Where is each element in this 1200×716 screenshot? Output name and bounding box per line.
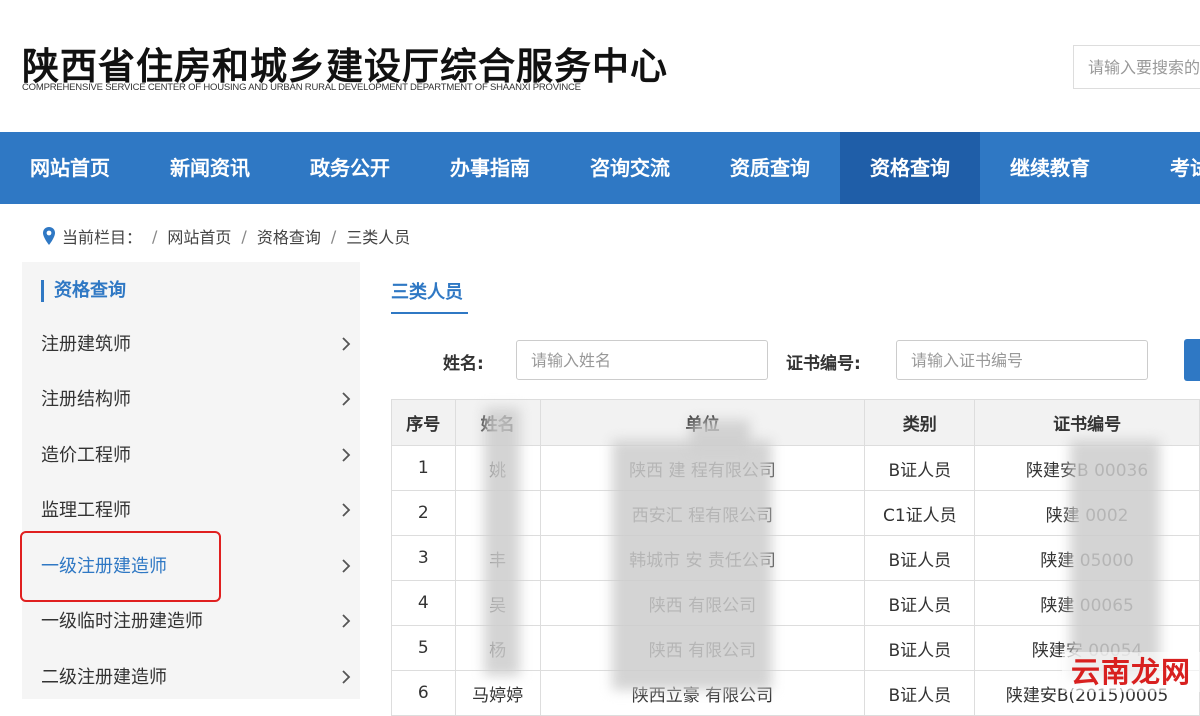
cell-index: 6 bbox=[391, 670, 456, 716]
breadcrumb-separator: / bbox=[330, 226, 337, 246]
tab-underline bbox=[391, 312, 468, 314]
name-label: 姓名: bbox=[443, 354, 484, 374]
chevron-right-icon bbox=[342, 559, 351, 573]
nav-item-continuing-education[interactable]: 继续教育 bbox=[980, 132, 1120, 204]
privacy-blur bbox=[1070, 440, 1160, 680]
breadcrumb-prefix: 当前栏目： bbox=[62, 228, 143, 247]
nav-item-consult[interactable]: 咨询交流 bbox=[560, 132, 700, 204]
cell-category: B证人员 bbox=[864, 625, 976, 671]
chevron-right-icon bbox=[342, 448, 351, 462]
nav-item-credential-query[interactable]: 资格查询 bbox=[840, 132, 980, 204]
sidebar-item-supervision-engineer[interactable]: 监理工程师 bbox=[22, 483, 360, 538]
sidebar-item-registered-architect[interactable]: 注册建筑师 bbox=[22, 317, 360, 372]
breadcrumb: 当前栏目： / 网站首页 / 资格查询 / 三类人员 bbox=[42, 223, 410, 249]
sidebar-item-cost-engineer[interactable]: 造价工程师 bbox=[22, 428, 360, 483]
breadcrumb-current: 三类人员 bbox=[346, 228, 411, 247]
privacy-blur bbox=[484, 408, 520, 676]
sidebar-item-label: 注册建筑师 bbox=[41, 334, 131, 355]
sidebar-item-first-class-temporary-constructor[interactable]: 一级临时注册建造师 bbox=[22, 594, 360, 649]
nav-item-government-affairs[interactable]: 政务公开 bbox=[280, 132, 420, 204]
header-index: 序号 bbox=[391, 399, 456, 446]
cell-index: 2 bbox=[391, 490, 456, 536]
cell-index: 5 bbox=[391, 625, 456, 671]
header-category: 类别 bbox=[864, 399, 976, 446]
sidebar-item-structural-engineer[interactable]: 注册结构师 bbox=[22, 372, 360, 427]
sidebar-title: 资格查询 bbox=[41, 280, 126, 302]
watermark-logo: 云南龙网 bbox=[1062, 652, 1200, 692]
nav-item-news[interactable]: 新闻资讯 bbox=[140, 132, 280, 204]
cell-index: 4 bbox=[391, 580, 456, 626]
breadcrumb-separator: / bbox=[152, 226, 158, 246]
privacy-blur bbox=[612, 440, 772, 690]
sidebar-item-label: 一级临时注册建造师 bbox=[41, 611, 203, 632]
sidebar-item-label: 注册结构师 bbox=[41, 389, 131, 410]
cell-category: C1证人员 bbox=[864, 490, 976, 536]
nav-item-exam[interactable]: 考试 bbox=[1120, 132, 1200, 204]
name-input[interactable] bbox=[516, 340, 768, 380]
breadcrumb-credential-query[interactable]: 资格查询 bbox=[257, 224, 321, 248]
search-box bbox=[1073, 45, 1200, 89]
cert-number-label: 证书编号: bbox=[786, 354, 861, 374]
site-subtitle: COMPREHENSIVE SERVICE CENTER OF HOUSING … bbox=[22, 82, 581, 93]
location-pin-icon bbox=[43, 227, 55, 245]
nav-item-guide[interactable]: 办事指南 bbox=[420, 132, 560, 204]
cell-index: 1 bbox=[391, 445, 456, 491]
cell-category: B证人员 bbox=[864, 535, 976, 581]
nav-item-home[interactable]: 网站首页 bbox=[0, 132, 140, 204]
chevron-right-icon bbox=[342, 503, 351, 517]
sidebar-item-label: 造价工程师 bbox=[41, 445, 131, 466]
privacy-blur bbox=[690, 420, 750, 450]
search-input[interactable] bbox=[1074, 46, 1200, 88]
main-nav: 网站首页 新闻资讯 政务公开 办事指南 咨询交流 资质查询 资格查询 继续教育 … bbox=[0, 132, 1200, 204]
search-button[interactable] bbox=[1184, 339, 1200, 381]
site-header: 陕西省住房和城乡建设厅综合服务中心 COMPREHENSIVE SERVICE … bbox=[0, 0, 1200, 132]
tab-three-categories[interactable]: 三类人员 bbox=[391, 278, 463, 304]
chevron-right-icon bbox=[342, 614, 351, 628]
breadcrumb-separator: / bbox=[241, 226, 247, 246]
cell-category: B证人员 bbox=[864, 670, 976, 716]
breadcrumb-home[interactable]: 网站首页 bbox=[167, 224, 231, 248]
sidebar: 资格查询 注册建筑师 注册结构师 造价工程师 监理工程师 一级注册建造师 一级临… bbox=[22, 262, 360, 699]
cell-index: 3 bbox=[391, 535, 456, 581]
sidebar-item-label: 二级注册建造师 bbox=[41, 667, 167, 688]
cell-category: B证人员 bbox=[864, 580, 976, 626]
annotation-highlight-box bbox=[20, 531, 221, 602]
cert-number-input[interactable] bbox=[896, 340, 1148, 380]
header-cert-number: 证书编号 bbox=[974, 399, 1200, 446]
nav-item-qualification-query[interactable]: 资质查询 bbox=[700, 132, 840, 204]
sidebar-item-label: 监理工程师 bbox=[41, 500, 131, 521]
chevron-right-icon bbox=[342, 392, 351, 406]
chevron-right-icon bbox=[342, 670, 351, 684]
sidebar-item-second-class-constructor[interactable]: 二级注册建造师 bbox=[22, 650, 360, 705]
cell-name: 马婷婷 bbox=[454, 670, 541, 716]
cell-category: B证人员 bbox=[864, 445, 976, 491]
chevron-right-icon bbox=[342, 337, 351, 351]
